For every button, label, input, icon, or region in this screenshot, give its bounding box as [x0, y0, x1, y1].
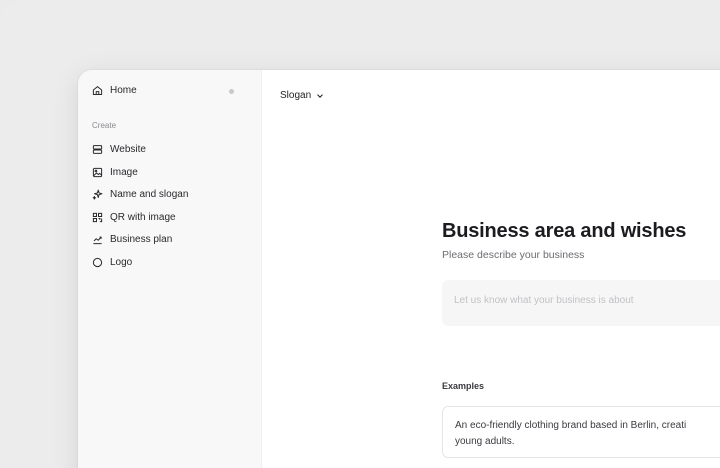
page-subtitle: Please describe your business: [442, 249, 585, 261]
page-title: Business area and wishes: [442, 220, 687, 242]
slogan-dropdown[interactable]: Slogan: [280, 90, 324, 101]
sidebar-item-logo[interactable]: Logo: [92, 252, 132, 272]
sidebar-item-label: Name and slogan: [110, 188, 189, 200]
sidebar-item-qr-with-image[interactable]: QR with image: [92, 207, 176, 227]
main-panel: Slogan Business area and wishes Please d…: [262, 70, 720, 468]
sidebar-item-label: Business plan: [110, 233, 173, 245]
example-text-line: An eco-friendly clothing brand based in …: [455, 420, 687, 431]
dropdown-label: Slogan: [280, 90, 312, 101]
chevron-down-icon: [317, 93, 323, 98]
sidebar-item-website[interactable]: Website: [92, 139, 146, 159]
example-card[interactable]: An eco-friendly clothing brand based in …: [442, 406, 720, 458]
sidebar-item-home[interactable]: Home: [92, 80, 137, 100]
business-description-input[interactable]: [442, 280, 720, 326]
sidebar-item-label: QR with image: [110, 211, 176, 223]
sidebar-section-create: Create: [92, 121, 117, 130]
home-icon: [92, 85, 103, 95]
sparkle-icon: [92, 189, 103, 200]
sidebar-item-label: Logo: [110, 256, 133, 268]
sidebar-item-business-plan[interactable]: Business plan: [92, 229, 172, 249]
sidebar: Home Create Website Image Name and sloga…: [78, 70, 262, 468]
example-text-line: young adults.: [455, 436, 515, 447]
sidebar-item-label: Image: [110, 166, 138, 178]
qr-icon: [92, 212, 103, 222]
image-icon: [92, 167, 103, 177]
sidebar-item-name-and-slogan[interactable]: Name and slogan: [92, 184, 188, 204]
sidebar-item-label: Home: [110, 84, 137, 96]
chart-icon: [93, 236, 102, 244]
sidebar-item-image[interactable]: Image: [92, 162, 138, 182]
circle-icon: [92, 257, 103, 267]
website-icon: [92, 144, 103, 154]
sidebar-item-label: Website: [110, 143, 146, 155]
collapse-sidebar-icon[interactable]: [229, 89, 234, 94]
examples-heading: Examples: [442, 381, 485, 391]
app-window: Home Create Website Image Name and sloga…: [78, 70, 720, 468]
